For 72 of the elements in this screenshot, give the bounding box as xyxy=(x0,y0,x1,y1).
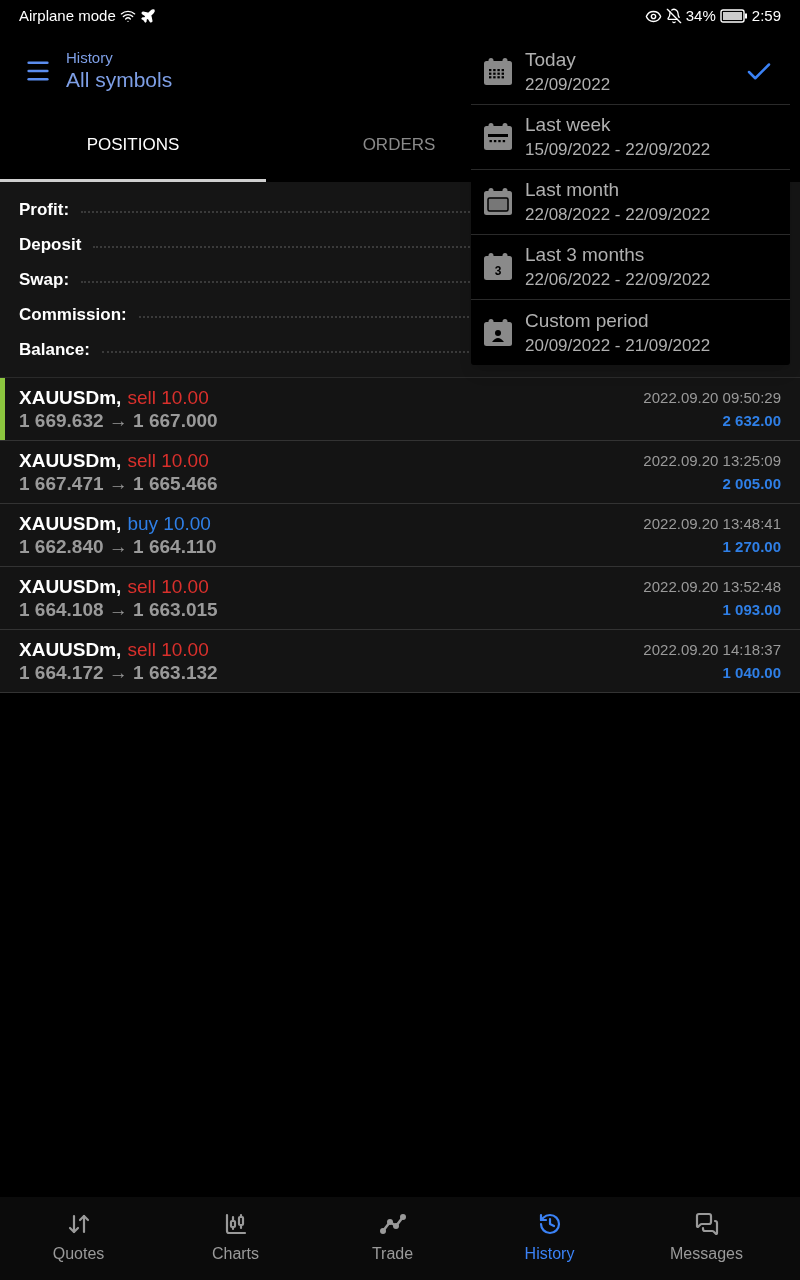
nav-tab[interactable]: Messages xyxy=(628,1197,785,1280)
period-label: Last 3 months xyxy=(525,243,646,267)
summary-label: Swap: xyxy=(19,268,70,291)
trade-time: 2022.09.20 13:52:48 xyxy=(643,577,781,597)
calendar-icon xyxy=(482,317,514,348)
period-range: 22/08/2022 - 22/09/2022 xyxy=(525,204,712,226)
symbol: XAUUSDm, xyxy=(19,449,122,472)
period-range: 20/09/2022 - 21/09/2022 xyxy=(525,334,712,357)
profit: 2 005.00 xyxy=(722,474,781,494)
calendar-icon xyxy=(482,57,514,87)
summary-label: Deposit xyxy=(19,233,82,256)
summary-label: Commission: xyxy=(19,303,127,326)
calendar-icon xyxy=(482,187,514,217)
summary-label: Balance: xyxy=(19,338,90,361)
calendar-icon xyxy=(482,122,514,152)
nav-tab[interactable]: Charts xyxy=(157,1197,314,1280)
line-chart-icon xyxy=(378,1211,407,1236)
position-row[interactable]: XAUUSDm, buy 10.00 1 662.840 → 1 664.110 2022.09.20 13:48:41 1 270.00 xyxy=(0,504,800,567)
profit: 1 270.00 xyxy=(722,537,781,557)
period-option[interactable]: Today 22/09/2022 xyxy=(471,40,790,105)
nav-tab[interactable]: History xyxy=(471,1197,628,1280)
period-option[interactable]: 3 Last 3 months 22/06/2022 - 22/09/2022 xyxy=(471,235,790,300)
symbol: XAUUSDm, xyxy=(19,386,122,409)
period-label: Last month xyxy=(525,178,620,202)
trade-volume: sell 10.00 xyxy=(127,575,209,598)
clock: 2:59 xyxy=(751,5,781,26)
trade-volume: sell 10.00 xyxy=(127,386,209,409)
profit: 2 632.00 xyxy=(722,411,781,431)
price-change: 1 662.840 → 1 664.110 xyxy=(19,535,217,558)
period-label: Custom period xyxy=(525,308,650,333)
period-range: 15/09/2022 - 22/09/2022 xyxy=(525,139,712,161)
period-range: 22/06/2022 - 22/09/2022 xyxy=(525,269,712,291)
trade-volume: buy 10.00 xyxy=(127,512,211,535)
price-change: 1 669.632 → 1 667.000 xyxy=(19,409,218,432)
price-change: 1 667.471 → 1 665.466 xyxy=(19,472,218,495)
trade-time: 2022.09.20 13:48:41 xyxy=(643,514,781,534)
position-row[interactable]: XAUUSDm, sell 10.00 1 669.632 → 1 667.000 2022.09.20 09:50:29 2 632.00 xyxy=(0,378,800,441)
period-option[interactable]: Last month 22/08/2022 - 22/09/2022 xyxy=(471,170,790,235)
position-row[interactable]: XAUUSDm, sell 10.00 1 664.172 → 1 663.132 2022.09.20 14:18:37 1 040.00 xyxy=(0,630,800,693)
profit: 1 040.00 xyxy=(722,663,781,683)
symbol: XAUUSDm, xyxy=(19,638,122,661)
header-title[interactable]: All symbols xyxy=(66,67,173,94)
position-row[interactable]: XAUUSDm, sell 10.00 1 664.108 → 1 663.015 2022.09.20 13:52:48 1 093.00 xyxy=(0,567,800,630)
price-change: 1 664.172 → 1 663.132 xyxy=(19,661,218,684)
status-text: Airplane mode xyxy=(19,5,116,26)
symbol: XAUUSDm, xyxy=(19,575,122,598)
period-label: Last week xyxy=(525,113,612,137)
period-range: 22/09/2022 xyxy=(525,74,612,96)
bell-off-icon xyxy=(665,8,682,24)
price-change: 1 664.108 → 1 663.015 xyxy=(19,598,218,621)
period-option[interactable]: Last week 15/09/2022 - 22/09/2022 xyxy=(471,105,790,170)
period-label: Today xyxy=(525,48,577,72)
period-option[interactable]: Custom period 20/09/2022 - 21/09/2022 xyxy=(471,300,790,365)
trade-time: 2022.09.20 14:18:37 xyxy=(643,640,781,660)
wifi-icon xyxy=(119,8,136,24)
messages-icon xyxy=(694,1211,719,1236)
nav-tab[interactable]: Quotes xyxy=(0,1197,157,1280)
header-subtitle: History xyxy=(66,48,114,68)
candlestick-icon xyxy=(223,1211,248,1236)
airplane-icon xyxy=(139,8,156,24)
symbol: XAUUSDm, xyxy=(19,512,122,535)
history-icon xyxy=(537,1211,562,1236)
trade-time: 2022.09.20 13:25:09 xyxy=(643,451,781,471)
summary-label: Profit: xyxy=(19,198,70,221)
position-row[interactable]: XAUUSDm, sell 10.00 1 667.471 → 1 665.466 2022.09.20 13:25:09 2 005.00 xyxy=(0,441,800,504)
battery-percent: 34% xyxy=(685,5,716,26)
trade-volume: sell 10.00 xyxy=(127,638,209,661)
nav-tab[interactable]: Trade xyxy=(314,1197,471,1280)
battery-icon xyxy=(719,9,748,23)
trade-volume: sell 10.00 xyxy=(127,449,209,472)
trade-time: 2022.09.20 09:50:29 xyxy=(643,388,781,408)
profit: 1 093.00 xyxy=(722,600,781,620)
